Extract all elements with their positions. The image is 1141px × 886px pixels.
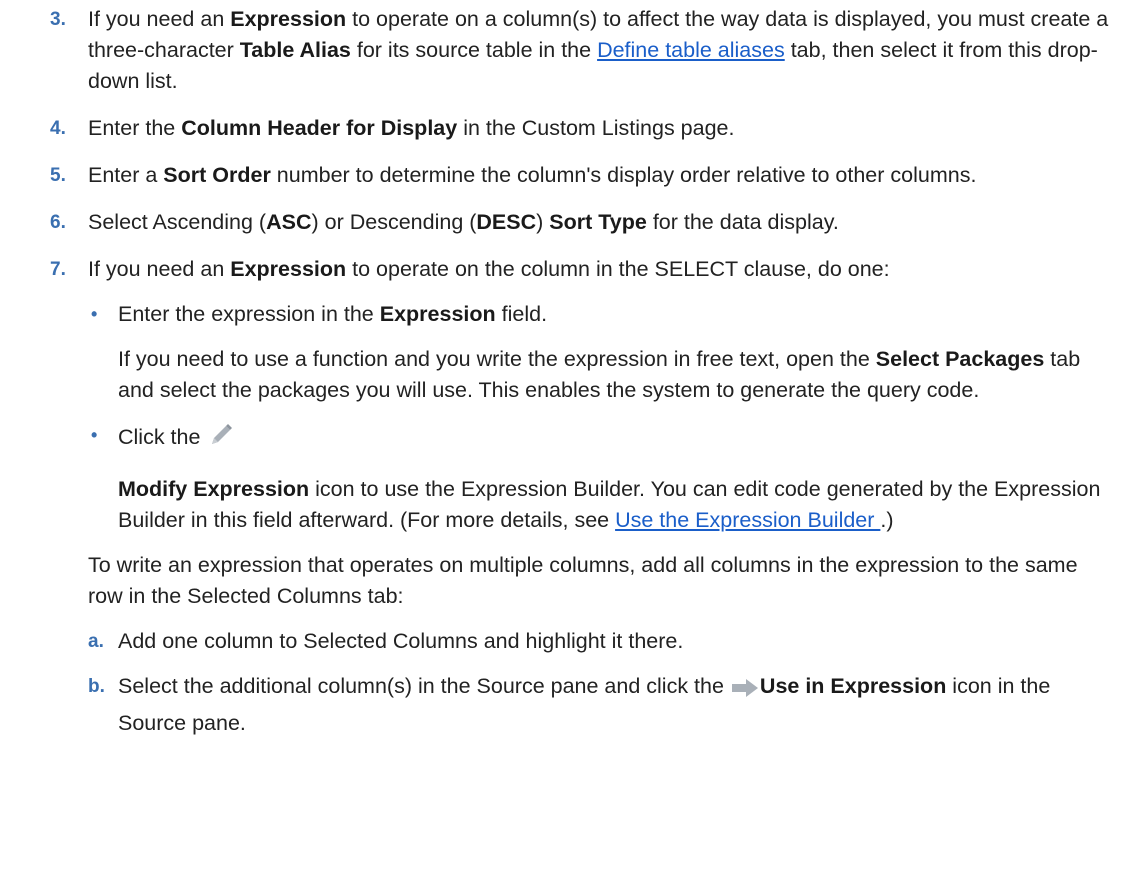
term-modify-expression: Modify Expression <box>118 477 310 501</box>
bullet-marker: • <box>91 425 98 445</box>
bullet-paragraph: If you need to use a function and you wr… <box>118 344 1117 406</box>
text-run: for the data display. <box>646 210 839 234</box>
substep-b: b. Select the additional column(s) in th… <box>88 671 1117 739</box>
multi-column-paragraph: To write an expression that operates on … <box>88 553 1078 608</box>
text-run: Enter the <box>88 116 182 140</box>
text-run: ) <box>536 210 550 234</box>
substep-letter: a. <box>88 631 104 652</box>
arrow-right-icon[interactable] <box>730 677 760 708</box>
bullet-text: Enter the expression in the Expression f… <box>118 299 1117 330</box>
document-body: 3. If you need an Expression to operate … <box>0 0 1141 739</box>
bullet-enter-expression: • Enter the expression in the Expression… <box>88 299 1117 406</box>
step-3: 3. If you need an Expression to operate … <box>0 4 1141 97</box>
substep-text: Select the additional column(s) in the S… <box>118 671 1117 739</box>
text-run: in the Custom Listings page. <box>457 116 735 140</box>
term-use-in-expression: Use in Expression <box>759 674 947 698</box>
step-number: 3. <box>50 9 66 30</box>
step-text: Enter the Column Header for Display in t… <box>88 113 1117 144</box>
bullet-marker: • <box>91 304 98 324</box>
substep-text: Add one column to Selected Columns and h… <box>118 629 684 653</box>
step-number: 5. <box>50 165 66 186</box>
step-4: 4. Enter the Column Header for Display i… <box>0 113 1141 144</box>
term-sort-order: Sort Order <box>163 163 271 187</box>
text-run: Enter the expression in the <box>118 302 380 326</box>
step-6: 6. Select Ascending (ASC) or Descending … <box>0 207 1141 238</box>
term-expression: Expression <box>230 257 347 281</box>
step-text: Enter a Sort Order number to determine t… <box>88 160 1117 191</box>
step-text: If you need an Expression to operate on … <box>88 254 1117 285</box>
substep-letter: b. <box>88 676 105 697</box>
text-run: Select the additional column(s) in the S… <box>118 674 730 698</box>
use-expression-builder-link[interactable]: Use the Expression Builder <box>615 508 880 532</box>
term-table-alias: Table Alias <box>239 38 351 62</box>
term-expression: Expression <box>379 302 496 326</box>
term-asc: ASC <box>266 210 312 234</box>
text-run: .) <box>880 508 894 532</box>
term-expression: Expression <box>230 7 347 31</box>
step-text: If you need an Expression to operate on … <box>88 4 1117 97</box>
substep-a: a. Add one column to Selected Columns an… <box>88 626 1117 657</box>
define-table-aliases-link[interactable]: Define table aliases <box>597 38 785 62</box>
text-run: Select Ascending ( <box>88 210 267 234</box>
bullet-text: Click the <box>118 420 1117 460</box>
pencil-edit-icon[interactable] <box>206 420 236 459</box>
text-run: Click the <box>118 425 207 449</box>
text-run: Enter a <box>88 163 164 187</box>
text-run: to operate on the column in the SELECT c… <box>346 257 890 281</box>
term-sort-type: Sort Type <box>549 210 647 234</box>
term-desc: DESC <box>476 210 537 234</box>
term-select-packages: Select Packages <box>875 347 1045 371</box>
text-run: If you need an <box>88 257 231 281</box>
bullet-paragraph: Modify Expression icon to use the Expres… <box>118 474 1117 536</box>
step-text: Select Ascending (ASC) or Descending (DE… <box>88 207 1117 238</box>
text-run: number to determine the column's display… <box>270 163 977 187</box>
text-run: for its source table in the <box>350 38 598 62</box>
step-5: 5. Enter a Sort Order number to determin… <box>0 160 1141 191</box>
step-number: 4. <box>50 118 66 139</box>
text-run: If you need to use a function and you wr… <box>118 347 876 371</box>
text-run: field. <box>495 302 548 326</box>
step-number: 6. <box>50 212 66 233</box>
step-number: 7. <box>50 259 66 280</box>
bullet-modify-expression: • Click the Modify Expression icon to us… <box>88 420 1117 536</box>
text-run: ) or Descending ( <box>311 210 477 234</box>
term-column-header: Column Header for Display <box>181 116 458 140</box>
text-run: If you need an <box>88 7 231 31</box>
step-7: 7. If you need an Expression to operate … <box>0 254 1141 739</box>
